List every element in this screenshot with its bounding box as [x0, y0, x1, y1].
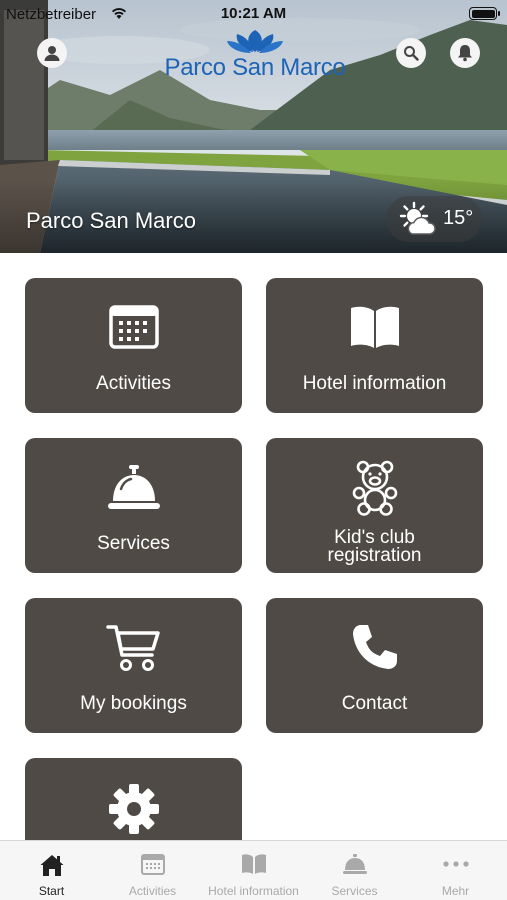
- search-button[interactable]: [396, 38, 426, 68]
- status-bar: Netzbetreiber 10:21 AM: [0, 0, 507, 28]
- tab-more[interactable]: Mehr: [405, 841, 506, 900]
- more-icon: [442, 861, 469, 867]
- tab-hotel-information[interactable]: Hotel information: [203, 841, 304, 900]
- home-icon: [40, 855, 63, 876]
- tab-label: Services: [331, 884, 378, 898]
- tile-label: Contact: [341, 693, 408, 714]
- brand-logo: Parco San Marco: [160, 28, 350, 81]
- service-bell-icon: [107, 465, 160, 509]
- battery-icon: [469, 7, 500, 20]
- book-icon: [241, 854, 266, 874]
- tab-label: Mehr: [441, 884, 470, 898]
- tile-activities[interactable]: Activities: [25, 278, 242, 413]
- tab-services[interactable]: Services: [304, 841, 405, 900]
- status-time: 10:21 AM: [220, 5, 287, 22]
- weather-widget[interactable]: 15°: [386, 196, 482, 242]
- temperature: 15°: [443, 207, 474, 229]
- teddy-bear-icon: [352, 460, 397, 516]
- tile-my-bookings[interactable]: My bookings: [25, 598, 242, 733]
- tile-label: Kid's club registration: [266, 528, 483, 566]
- notifications-button[interactable]: [450, 38, 480, 68]
- tile-label: Activities: [96, 373, 171, 394]
- tile-services[interactable]: Services: [25, 438, 242, 573]
- tile-label-line2: registration: [327, 545, 422, 566]
- logo-text: Parco San Marco: [164, 54, 346, 81]
- lotus-logo-icon: [227, 30, 283, 53]
- tab-bar: Start Activities Hotel information Servi…: [0, 840, 507, 900]
- tab-label: Activities: [128, 884, 177, 898]
- tile-kids-club-registration[interactable]: Kid's club registration: [266, 438, 483, 573]
- cart-icon: [105, 625, 160, 671]
- profile-button[interactable]: [37, 38, 67, 68]
- sun-cloud-icon: [399, 201, 436, 235]
- hero-banner: Netzbetreiber 10:21 AM Parco San Marco P…: [0, 0, 507, 253]
- tab-label: Start: [38, 884, 65, 898]
- tile-label: My bookings: [80, 693, 187, 714]
- tab-start[interactable]: Start: [1, 841, 102, 900]
- tile-contact[interactable]: Contact: [266, 598, 483, 733]
- tile-label: Hotel information: [302, 373, 447, 394]
- bell-icon: [458, 45, 472, 62]
- tab-activities[interactable]: Activities: [102, 841, 203, 900]
- service-bell-icon: [342, 854, 367, 874]
- calendar-icon: [108, 305, 159, 349]
- search-icon: [404, 46, 419, 61]
- book-icon: [350, 306, 399, 348]
- place-name: Parco San Marco: [26, 208, 196, 233]
- user-icon: [44, 46, 60, 61]
- phone-icon: [352, 625, 397, 669]
- tab-label: Hotel information: [208, 884, 299, 898]
- gear-icon: [108, 784, 159, 834]
- tile-label: Services: [97, 533, 170, 554]
- tile-hotel-information[interactable]: Hotel information: [266, 278, 483, 413]
- calendar-icon: [140, 854, 165, 875]
